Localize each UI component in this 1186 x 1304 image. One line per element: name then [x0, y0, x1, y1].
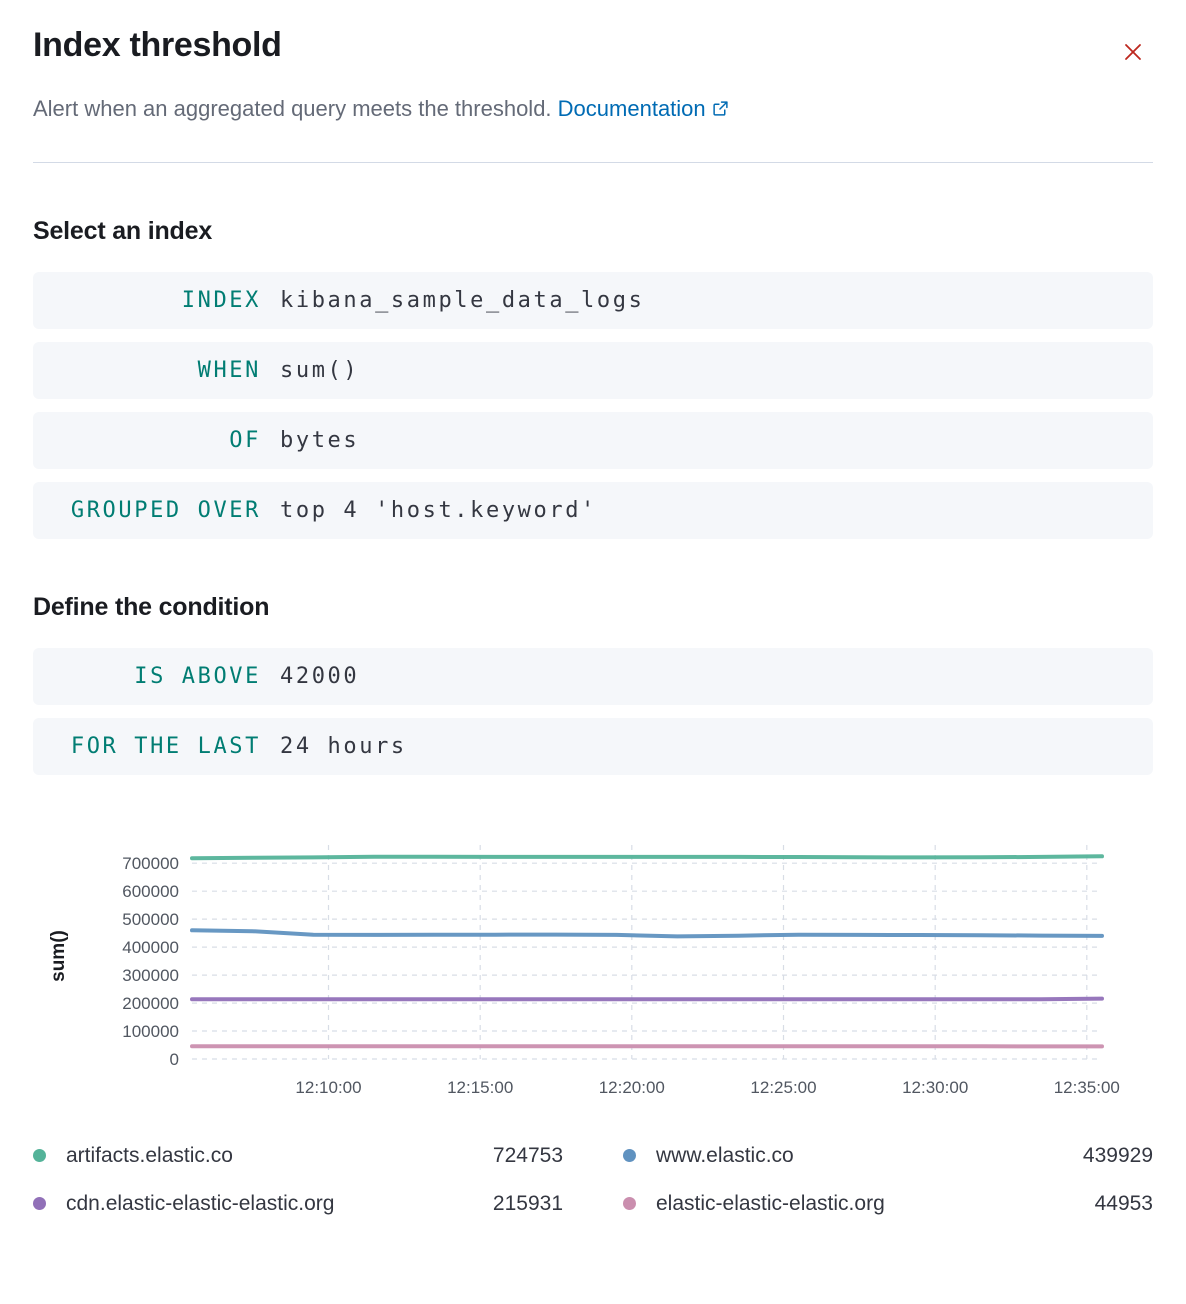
external-link-icon — [712, 94, 729, 126]
svg-text:12:30:00: 12:30:00 — [902, 1078, 968, 1097]
expression-keyword: OF — [33, 428, 261, 453]
svg-text:100000: 100000 — [122, 1022, 179, 1041]
flyout-subtitle: Alert when an aggregated query meets the… — [33, 93, 1153, 126]
svg-text:600000: 600000 — [122, 882, 179, 901]
page-title: Index threshold — [33, 26, 282, 65]
expression-value: 42000 — [280, 664, 359, 689]
expression-value: sum() — [280, 358, 359, 383]
legend-item-cdn[interactable]: cdn.elastic-elastic-elastic.org 215931 — [33, 1192, 563, 1216]
svg-text:0: 0 — [170, 1050, 179, 1069]
legend-name: elastic-elastic-elastic.org — [656, 1192, 885, 1216]
expression-grouped-over[interactable]: GROUPED OVER top 4 'host.keyword' — [33, 482, 1153, 539]
expression-keyword: IS ABOVE — [33, 664, 261, 689]
threshold-chart-svg: 0 100000 200000 300000 400000 500000 600000 700… — [85, 833, 1122, 1105]
legend-dot — [33, 1197, 46, 1210]
expression-value: bytes — [280, 428, 359, 453]
expression-keyword: GROUPED OVER — [33, 498, 261, 523]
chart-legend: artifacts.elastic.co 724753 www.elastic.… — [33, 1144, 1153, 1216]
svg-text:12:10:00: 12:10:00 — [295, 1078, 361, 1097]
legend-value: 215931 — [493, 1192, 563, 1216]
svg-text:500000: 500000 — [122, 910, 179, 929]
close-icon[interactable] — [1113, 32, 1153, 75]
legend-name: artifacts.elastic.co — [66, 1144, 233, 1168]
select-index-heading: Select an index — [33, 217, 1153, 246]
expression-of[interactable]: OF bytes — [33, 412, 1153, 469]
svg-text:12:20:00: 12:20:00 — [599, 1078, 665, 1097]
legend-dot — [623, 1149, 636, 1162]
expression-is-above[interactable]: IS ABOVE 42000 — [33, 648, 1153, 705]
svg-text:12:15:00: 12:15:00 — [447, 1078, 513, 1097]
expression-index[interactable]: INDEX kibana_sample_data_logs — [33, 272, 1153, 329]
legend-name: www.elastic.co — [656, 1144, 794, 1168]
expression-value: 24 hours — [280, 734, 407, 759]
close-x-glyph — [1121, 40, 1145, 64]
legend-value: 724753 — [493, 1144, 563, 1168]
svg-text:12:35:00: 12:35:00 — [1054, 1078, 1120, 1097]
documentation-link-label: Documentation — [558, 96, 706, 121]
expression-when[interactable]: WHEN sum() — [33, 342, 1153, 399]
legend-name: cdn.elastic-elastic-elastic.org — [66, 1192, 334, 1216]
legend-value: 44953 — [1095, 1192, 1153, 1216]
legend-item-elastic[interactable]: elastic-elastic-elastic.org 44953 — [623, 1192, 1153, 1216]
expression-value: top 4 'host.keyword' — [280, 498, 597, 523]
documentation-link[interactable]: Documentation — [558, 96, 729, 121]
subtitle-text: Alert when an aggregated query meets the… — [33, 96, 552, 121]
expression-for-the-last[interactable]: FOR THE LAST 24 hours — [33, 718, 1153, 775]
legend-dot — [33, 1149, 46, 1162]
legend-value: 439929 — [1083, 1144, 1153, 1168]
svg-text:12:25:00: 12:25:00 — [750, 1078, 816, 1097]
expression-keyword: FOR THE LAST — [33, 734, 261, 759]
legend-item-artifacts[interactable]: artifacts.elastic.co 724753 — [33, 1144, 563, 1168]
chart-y-axis-label: sum() — [33, 833, 85, 1110]
y-axis-label-text: sum() — [48, 931, 70, 983]
threshold-preview-chart: sum() 0 100000 200000 300000 400000 500000 600… — [33, 833, 1153, 1110]
legend-item-www[interactable]: www.elastic.co 439929 — [623, 1144, 1153, 1168]
expression-keyword: INDEX — [33, 288, 261, 313]
header-divider — [33, 162, 1153, 163]
svg-text:200000: 200000 — [122, 994, 179, 1013]
expression-value: kibana_sample_data_logs — [280, 288, 644, 313]
expression-keyword: WHEN — [33, 358, 261, 383]
legend-dot — [623, 1197, 636, 1210]
index-threshold-flyout: Index threshold Alert when an aggregated… — [0, 0, 1186, 1256]
svg-text:700000: 700000 — [122, 854, 179, 873]
define-condition-heading: Define the condition — [33, 593, 1153, 622]
flyout-header: Index threshold — [33, 26, 1153, 75]
svg-text:400000: 400000 — [122, 938, 179, 957]
svg-text:300000: 300000 — [122, 966, 179, 985]
chart-plot-area: 0 100000 200000 300000 400000 500000 600000 700… — [85, 833, 1153, 1110]
